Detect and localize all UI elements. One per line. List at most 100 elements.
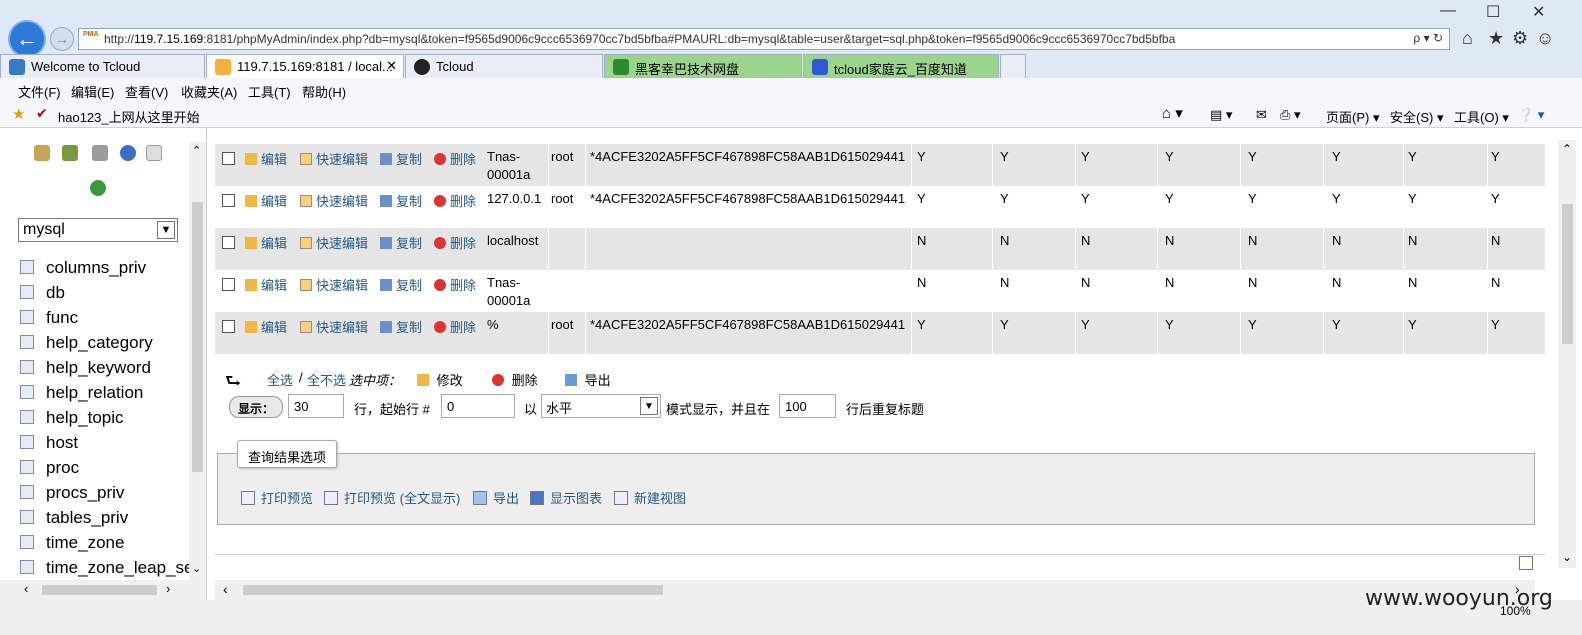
edit-link[interactable]: 编辑: [245, 233, 287, 252]
tab-welcome[interactable]: Welcome to Tcloud: [0, 54, 205, 78]
bulk-export-button[interactable]: 导出: [565, 370, 611, 389]
tab-close-icon[interactable]: ✕: [386, 58, 397, 74]
table-item[interactable]: help_keyword: [20, 358, 190, 378]
quick-edit-link[interactable]: 快速编辑: [300, 317, 368, 336]
copy-link[interactable]: 复制: [380, 317, 422, 336]
row-checkbox[interactable]: [222, 194, 235, 207]
quick-edit-link[interactable]: 快速编辑: [300, 275, 368, 294]
print-icon[interactable]: ⎙ ▾: [1280, 107, 1301, 123]
print-preview-full-link[interactable]: 打印预览 (全文显示): [324, 488, 460, 507]
export-link[interactable]: 导出: [473, 488, 519, 507]
logout-icon[interactable]: [62, 145, 78, 161]
help-icon[interactable]: ❔ ▾: [1518, 107, 1544, 123]
table-item[interactable]: func: [20, 308, 190, 328]
query-results-legend[interactable]: 查询结果选项: [237, 440, 337, 468]
table-item[interactable]: proc: [20, 458, 190, 478]
row-checkbox[interactable]: [222, 152, 235, 165]
scroll-thumb[interactable]: [1562, 204, 1573, 344]
table-item[interactable]: help_relation: [20, 383, 190, 403]
mail-icon[interactable]: ✉: [1256, 107, 1267, 123]
copy-link[interactable]: 复制: [380, 233, 422, 252]
favorites-add-icon[interactable]: ★: [12, 105, 25, 123]
minimize-icon[interactable]: —: [1440, 2, 1456, 20]
quick-edit-link[interactable]: 快速编辑: [300, 149, 368, 168]
tab-phpmyadmin[interactable]: 119.7.15.169:8181 / local... ✕: [206, 54, 404, 78]
scroll-thumb[interactable]: [243, 585, 663, 595]
create-view-link[interactable]: 新建视图: [614, 488, 686, 507]
table-item[interactable]: help_topic: [20, 408, 190, 428]
table-item[interactable]: time_zone_leap_se: [20, 558, 190, 578]
edit-link[interactable]: 编辑: [245, 191, 287, 210]
edit-link[interactable]: 编辑: [245, 317, 287, 336]
edit-link[interactable]: 编辑: [245, 275, 287, 294]
display-mode-select[interactable]: 水平 ▼: [541, 394, 661, 418]
favorite-hao123[interactable]: hao123_上网从这里开始: [58, 107, 200, 126]
tab-hacker-disk[interactable]: 黑客幸巴技术网盘: [604, 54, 802, 78]
forward-button[interactable]: →: [50, 27, 74, 51]
main-vertical-scrollbar[interactable]: ⌃ ⌄: [1558, 140, 1576, 568]
reload-icon[interactable]: [90, 180, 106, 196]
print-preview-link[interactable]: 打印预览: [241, 488, 313, 507]
home-icon[interactable]: ⌂: [1462, 28, 1473, 49]
delete-link[interactable]: 删除: [434, 233, 476, 252]
check-all-link[interactable]: 全选: [267, 370, 293, 389]
bulk-delete-button[interactable]: 删除: [492, 370, 538, 389]
close-icon[interactable]: ✕: [1532, 2, 1545, 22]
scroll-down-icon[interactable]: ⌄: [192, 562, 201, 575]
copy-link[interactable]: 复制: [380, 149, 422, 168]
sql-docs-icon[interactable]: [146, 145, 162, 161]
menu-favorites[interactable]: 收藏夹(A): [181, 82, 237, 101]
quick-edit-link[interactable]: 快速编辑: [300, 233, 368, 252]
scroll-thumb[interactable]: [42, 585, 157, 595]
table-item[interactable]: db: [20, 283, 190, 303]
settings-gear-icon[interactable]: ⚙: [1512, 28, 1528, 49]
bulk-change-button[interactable]: 修改: [417, 370, 463, 389]
table-item[interactable]: time_zone: [20, 533, 190, 553]
safety-menu[interactable]: 安全(S) ▾: [1390, 107, 1443, 126]
main-horizontal-scrollbar[interactable]: ‹ ›: [215, 580, 1535, 600]
repeat-headers-input[interactable]: 100: [779, 394, 836, 418]
table-item[interactable]: procs_priv: [20, 483, 190, 503]
table-item[interactable]: columns_priv: [20, 258, 190, 278]
scroll-left-icon[interactable]: ‹: [223, 581, 228, 597]
table-item[interactable]: help_category: [20, 333, 190, 353]
home-nav-icon[interactable]: [34, 145, 50, 161]
menu-file[interactable]: 文件(F): [18, 82, 61, 101]
scroll-down-icon[interactable]: ⌄: [1562, 550, 1572, 564]
address-controls[interactable]: ρ ▾ ↻: [1413, 31, 1443, 45]
database-select[interactable]: mysql ▼: [18, 218, 178, 242]
scroll-left-icon[interactable]: ‹: [24, 581, 28, 596]
edit-link[interactable]: 编辑: [245, 149, 287, 168]
query-window-icon[interactable]: [92, 145, 108, 161]
tools-menu[interactable]: 工具(O) ▾: [1454, 107, 1509, 126]
uncheck-all-link[interactable]: 全不选: [307, 370, 346, 389]
delete-link[interactable]: 删除: [434, 317, 476, 336]
row-checkbox[interactable]: [222, 278, 235, 291]
delete-link[interactable]: 删除: [434, 191, 476, 210]
menu-tools[interactable]: 工具(T): [248, 82, 291, 101]
maximize-icon[interactable]: ☐: [1486, 2, 1500, 22]
favorites-star-icon[interactable]: ★: [1488, 28, 1504, 49]
row-checkbox[interactable]: [222, 320, 235, 333]
console-icon[interactable]: [1519, 556, 1533, 570]
back-button[interactable]: ←: [8, 20, 46, 58]
scroll-up-icon[interactable]: ⌃: [1562, 142, 1572, 156]
scroll-right-icon[interactable]: ›: [166, 581, 170, 596]
menu-edit[interactable]: 编辑(E): [71, 82, 114, 101]
row-checkbox[interactable]: [222, 236, 235, 249]
new-tab-button[interactable]: [1000, 54, 1026, 78]
copy-link[interactable]: 复制: [380, 275, 422, 294]
scroll-up-icon[interactable]: ⌃: [192, 144, 201, 157]
sidebar-vertical-scrollbar[interactable]: ⌃ ⌄: [189, 142, 206, 582]
tab-baidu-zhidao[interactable]: tcloud家庭云_百度知道: [803, 54, 999, 78]
display-button[interactable]: 显示：: [229, 396, 284, 418]
sidebar-horizontal-scrollbar[interactable]: ‹ ›: [0, 580, 206, 600]
scroll-thumb[interactable]: [192, 202, 203, 472]
start-row-input[interactable]: 0: [441, 394, 515, 418]
home-toolbar-icon[interactable]: ⌂ ▾: [1162, 104, 1183, 122]
delete-link[interactable]: 删除: [434, 275, 476, 294]
address-url[interactable]: http://119.7.15.169:8181/phpMyAdmin/inde…: [104, 32, 1175, 46]
docs-icon[interactable]: [120, 145, 136, 161]
copy-link[interactable]: 复制: [380, 191, 422, 210]
page-menu[interactable]: 页面(P) ▾: [1326, 107, 1379, 126]
